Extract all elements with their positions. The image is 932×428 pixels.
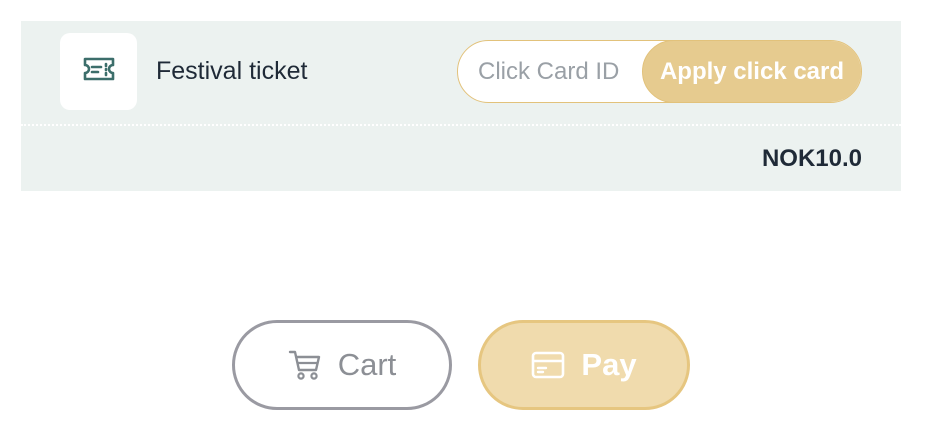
cart-button-label: Cart [337,347,397,382]
item-icon-box [60,33,137,110]
item-name: Festival ticket [156,57,308,85]
action-bar: Cart Pay [0,320,932,410]
pay-button[interactable]: Pay [478,320,690,410]
click-card-id-input[interactable] [458,41,648,102]
cart-button[interactable]: Cart [232,320,452,410]
click-card-form: Apply click card [457,40,862,103]
item-total-price: NOK10.0 [761,145,862,172]
cart-item-card: Festival ticket Apply click card NOK10.0 [21,21,901,191]
pay-button-label: Pay [581,347,637,382]
cart-icon [288,349,322,381]
ticket-icon [82,56,116,87]
apply-click-card-button[interactable]: Apply click card [642,41,861,102]
cart-item-row: Festival ticket Apply click card [21,21,901,126]
credit-card-icon [531,351,565,379]
